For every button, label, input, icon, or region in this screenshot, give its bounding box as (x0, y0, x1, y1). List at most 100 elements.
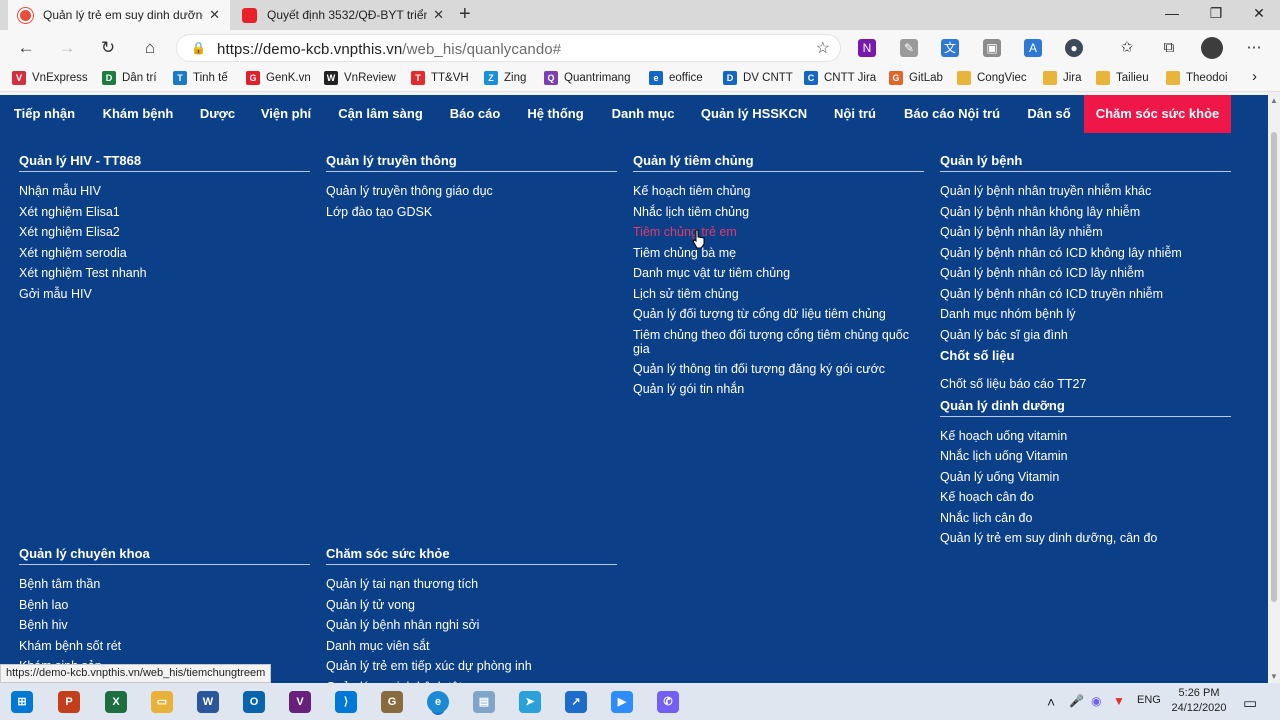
menu-link[interactable]: Quản lý bệnh nhân có ICD không lây nhiễm (940, 246, 1231, 260)
menu-link[interactable]: Tiêm chủng trẻ em (633, 225, 924, 239)
language-indicator[interactable]: ENG (1137, 694, 1161, 706)
scroll-down-icon[interactable]: ▼ (1270, 672, 1278, 681)
collections-icon[interactable]: ⧉ (1160, 39, 1178, 57)
favorite-link[interactable]: G GenK.vn (246, 71, 311, 85)
excel-icon[interactable]: X (105, 691, 127, 713)
home-button[interactable]: ⌂ (136, 36, 164, 60)
vivaldi-tray-icon[interactable]: ▼ (1113, 694, 1125, 708)
edge-icon[interactable]: e (427, 691, 449, 713)
new-tab-button[interactable]: + (459, 3, 471, 26)
translate2-icon[interactable]: A (1024, 39, 1042, 57)
extension-icon[interactable]: ▣ (983, 39, 1001, 57)
translate-icon[interactable]: 文 (941, 39, 959, 57)
refresh-button[interactable]: ↻ (94, 36, 122, 60)
favorites-icon[interactable]: ✩ (1118, 39, 1136, 57)
tab-close-icon[interactable]: ✕ (209, 7, 220, 23)
menu-link[interactable]: Quản lý gói tin nhắn (633, 382, 924, 396)
menu-link[interactable]: Kế hoạch cân đo (940, 490, 1231, 504)
favorites-more-icon[interactable]: › (1252, 68, 1257, 85)
outlook-icon[interactable]: O (243, 691, 265, 713)
favorite-link[interactable]: V VnExpress (12, 71, 88, 85)
menu-link[interactable]: Quản lý bệnh nhân truyền nhiễm khác (940, 184, 1231, 198)
menu-link[interactable]: Quản lý bệnh nhân lây nhiễm (940, 225, 1231, 239)
menu-item[interactable]: Dược (192, 95, 243, 133)
address-url[interactable]: https://demo-kcb.vnpthis.vn/web_his/quan… (217, 41, 561, 58)
microphone-icon[interactable]: 🎤 (1069, 694, 1084, 708)
favorite-link[interactable]: Z Zing (484, 71, 526, 85)
menu-item[interactable]: Khám bệnh (94, 95, 182, 133)
word-icon[interactable]: W (197, 691, 219, 713)
back-button[interactable]: ← (12, 36, 40, 60)
menu-item[interactable]: Dân số (1018, 95, 1080, 133)
menu-link[interactable]: Danh mục viên sắt (326, 639, 617, 653)
file-explorer-icon[interactable]: ▭ (151, 691, 173, 713)
gimp-icon[interactable]: G (381, 691, 403, 713)
favorite-link[interactable]: T TT&VH (411, 71, 469, 85)
menu-item[interactable]: Viện phí (251, 95, 321, 133)
lock-icon[interactable]: 🔒 (191, 41, 206, 55)
menu-link[interactable]: Xét nghiệm Test nhanh (19, 266, 310, 280)
vpn-icon[interactable]: ● (1065, 39, 1083, 57)
menu-link[interactable]: Kế hoạch tiêm chủng (633, 184, 924, 198)
menu-item[interactable]: Cận lâm sàng (329, 95, 432, 133)
menu-link[interactable]: Xét nghiệm Elisa2 (19, 225, 310, 239)
menu-link[interactable]: Nhận mẫu HIV (19, 184, 310, 198)
menu-item[interactable]: Báo cáo (442, 95, 508, 133)
menu-item[interactable]: Quản lý HSSKCN (693, 95, 815, 133)
viber-tray-icon[interactable]: ◉ (1091, 694, 1101, 708)
favorite-link[interactable]: D DV CNTT (723, 71, 793, 85)
forward-button[interactable]: → (53, 36, 81, 60)
scrollbar-thumb[interactable] (1271, 132, 1277, 602)
remote-icon[interactable]: ↗ (565, 691, 587, 713)
visual-studio-icon[interactable]: V (289, 691, 311, 713)
menu-link[interactable]: Nhắc lịch tiêm chủng (633, 205, 924, 219)
favorite-link[interactable]: C CNTT Jira (804, 71, 876, 85)
menu-link[interactable]: Quản lý tử vong (326, 598, 617, 612)
menu-item[interactable]: Danh mục (602, 95, 684, 133)
menu-link[interactable]: Tiêm chủng bà mẹ (633, 246, 924, 260)
windows-start-icon[interactable]: ⊞ (11, 691, 33, 713)
menu-icon[interactable]: ⋯ (1245, 39, 1263, 57)
menu-link[interactable]: Quản lý thông tin đối tượng đăng ký gói … (633, 362, 924, 376)
maximize-button[interactable]: ❐ (1196, 5, 1236, 22)
address-bar[interactable]: 🔒 https://demo-kcb.vnpthis.vn/web_his/qu… (176, 34, 841, 62)
menu-link[interactable]: Quản lý tai nạn thương tích (326, 577, 617, 591)
scroll-up-icon[interactable]: ▲ (1270, 96, 1278, 105)
pen-icon[interactable]: ✎ (900, 39, 918, 57)
onenote-icon[interactable]: N (858, 39, 876, 57)
menu-link[interactable]: Tiêm chủng theo đối tượng cổng tiêm chủn… (633, 328, 924, 356)
menu-link[interactable]: Quản lý bệnh nhân không lây nhiễm (940, 205, 1231, 219)
tab-close-icon[interactable]: ✕ (433, 7, 444, 23)
page-scrollbar[interactable]: ▲ ▼ (1268, 92, 1280, 683)
menu-item[interactable]: Tiếp nhận (4, 95, 85, 133)
menu-item[interactable]: Chăm sóc sức khỏe (1084, 95, 1231, 133)
favorite-link[interactable]: CongViec (957, 71, 1027, 85)
menu-link[interactable]: Nhắc lịch uống Vitamin (940, 449, 1231, 463)
menu-item[interactable]: Báo cáo Nội trú (895, 95, 1009, 133)
menu-link[interactable]: Bệnh hiv (19, 618, 310, 632)
favorite-link[interactable]: Q Quantrimang (544, 71, 630, 85)
menu-link[interactable]: Quản lý trẻ em tiếp xúc dự phòng inh (326, 659, 617, 673)
profile-icon[interactable] (1201, 37, 1223, 59)
menu-link[interactable]: Xét nghiệm Elisa1 (19, 205, 310, 219)
menu-link[interactable]: Quản lý bệnh nhân có ICD lây nhiễm (940, 266, 1231, 280)
notepad-icon[interactable]: ▤ (473, 691, 495, 713)
favorite-link[interactable]: D Dân trí (102, 71, 157, 85)
viber-icon[interactable]: ✆ (657, 691, 679, 713)
menu-item[interactable]: Nội trú (824, 95, 886, 133)
close-window-button[interactable]: ✕ (1239, 5, 1279, 22)
menu-link[interactable]: Gởi mẫu HIV (19, 287, 310, 301)
favorite-link[interactable]: Theodoi (1166, 71, 1228, 85)
menu-link[interactable]: Danh mục nhóm bệnh lý (940, 307, 1231, 321)
favorite-link[interactable]: Jira (1043, 71, 1082, 85)
menu-item[interactable]: Hệ thống (518, 95, 593, 133)
menu-link[interactable]: Bệnh lao (19, 598, 310, 612)
menu-link[interactable]: Danh mục vật tư tiêm chủng (633, 266, 924, 280)
menu-link[interactable]: Bệnh tâm thần (19, 577, 310, 591)
menu-link[interactable]: Quản lý bệnh nhân có ICD truyền nhiễm (940, 287, 1231, 301)
powerpoint-icon[interactable]: P (58, 691, 80, 713)
menu-link[interactable]: Xét nghiệm serodia (19, 246, 310, 260)
favorite-link[interactable]: e eoffice (649, 71, 703, 85)
menu-link[interactable]: Kế hoạch uống vitamin (940, 429, 1231, 443)
favorite-link[interactable]: G GitLab (889, 71, 943, 85)
